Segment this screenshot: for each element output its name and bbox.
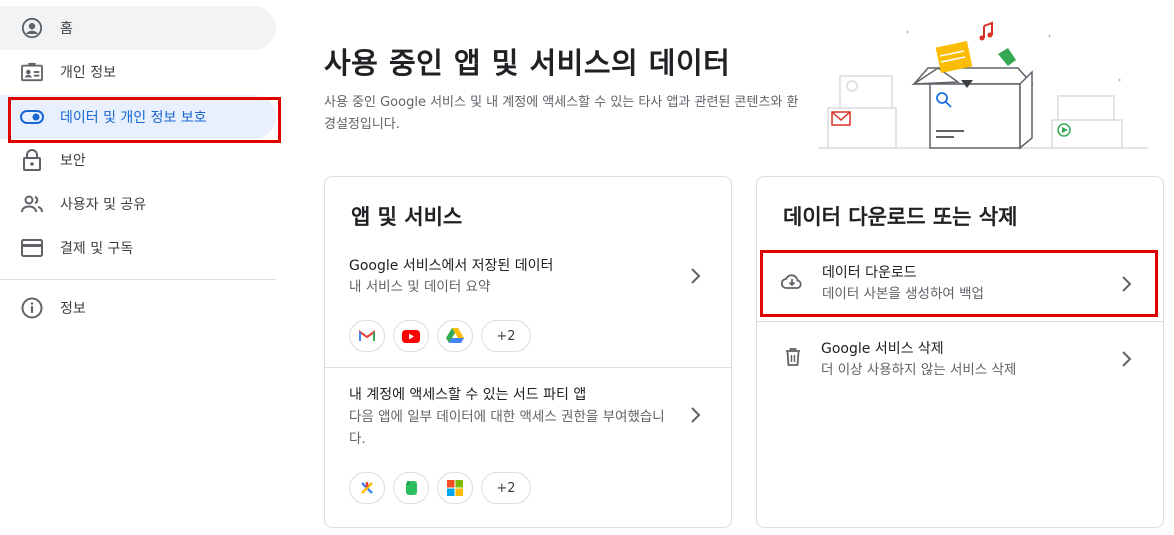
toggle-icon (20, 105, 44, 129)
credit-card-icon (20, 236, 44, 260)
row-title: Google 서비스에서 저장된 데이터 (349, 258, 554, 274)
sidebar-divider (0, 279, 276, 280)
row-subtitle: 더 이상 사용하지 않는 서비스 삭제 (821, 362, 1017, 378)
sidebar-item-personal-info[interactable]: 개인 정보 (0, 50, 276, 94)
delete-service-row[interactable]: Google 서비스 삭제 더 이상 사용하지 않는 서비스 삭제 (757, 322, 1163, 394)
chevron-right-icon (691, 268, 701, 284)
row-subtitle: 내 서비스 및 데이터 요약 (349, 279, 491, 295)
sidebar-item-payments[interactable]: 결제 및 구독 (0, 226, 276, 270)
sidebar-item-about[interactable]: 정보 (0, 286, 276, 330)
card-title: 데이터 다운로드 또는 삭제 (783, 205, 1018, 229)
sidebar-item-home[interactable]: 홈 (0, 6, 276, 50)
cloud-download-icon (781, 274, 802, 289)
sidebar-item-data-privacy[interactable]: 데이터 및 개인 정보 보호 (0, 95, 276, 139)
drive-icon (437, 320, 473, 352)
microsoft-icon (437, 472, 473, 504)
info-icon (20, 296, 44, 320)
sidebar-item-label: 개인 정보 (60, 65, 116, 81)
id-card-icon (20, 60, 44, 84)
apps-services-card: 앱 및 서비스 Google 서비스에서 저장된 데이터 내 서비스 및 데이터… (324, 176, 732, 528)
sidebar-item-security[interactable]: 보안 (0, 138, 276, 182)
sidebar-item-label: 사용자 및 공유 (60, 197, 147, 213)
page-title: 사용 중인 앱 및 서비스의 데이터 (324, 46, 731, 80)
sidebar-item-label: 홈 (60, 21, 73, 37)
download-data-row[interactable]: 데이터 다운로드 데이터 사본을 생성하여 백업 (757, 251, 1163, 321)
chevron-right-icon (691, 407, 701, 423)
sidebar-item-label: 보안 (60, 153, 86, 169)
chevron-right-icon (1122, 351, 1132, 367)
sidebar: 홈 개인 정보 데이터 및 개인 정보 보호 보안 사용자 및 공유 결제 및 … (0, 0, 290, 535)
row-title: 내 계정에 액세스할 수 있는 서드 파티 앱 (349, 387, 587, 403)
people-icon (20, 192, 44, 216)
row-subtitle: 데이터 사본을 생성하여 백업 (822, 286, 984, 302)
data-box-illustration (818, 21, 1148, 150)
pinwheel-app-icon (349, 472, 385, 504)
trash-icon (786, 348, 800, 366)
youtube-icon (393, 320, 429, 352)
row-title: Google 서비스 삭제 (821, 341, 944, 357)
more-apps-chip[interactable]: +2 (481, 472, 531, 504)
sidebar-item-people-sharing[interactable]: 사용자 및 공유 (0, 182, 276, 226)
row-title: 데이터 다운로드 (822, 265, 917, 281)
evernote-icon (393, 472, 429, 504)
sidebar-item-label: 결제 및 구독 (60, 241, 134, 257)
account-circle-icon (20, 16, 44, 40)
google-services-data-row[interactable]: Google 서비스에서 저장된 데이터 내 서비스 및 데이터 요약 +2 (325, 241, 731, 367)
download-delete-card: 데이터 다운로드 또는 삭제 데이터 다운로드 데이터 사본을 생성하여 백업 … (756, 176, 1164, 528)
sidebar-item-label: 정보 (60, 301, 86, 317)
row-subtitle: 다음 앱에 일부 데이터에 대한 액세스 권한을 부여했습니다. (349, 409, 665, 447)
page-description: 사용 중인 Google 서비스 및 내 계정에 액세스할 수 있는 타사 앱과… (324, 95, 799, 132)
card-title: 앱 및 서비스 (351, 205, 463, 229)
chevron-right-icon (1122, 276, 1132, 292)
sidebar-item-label: 데이터 및 개인 정보 보호 (60, 110, 207, 126)
lock-icon (20, 148, 44, 172)
gmail-icon (349, 320, 385, 352)
third-party-apps-row[interactable]: 내 계정에 액세스할 수 있는 서드 파티 앱 다음 앱에 일부 데이터에 대한… (325, 368, 731, 508)
more-apps-chip[interactable]: +2 (481, 320, 531, 352)
